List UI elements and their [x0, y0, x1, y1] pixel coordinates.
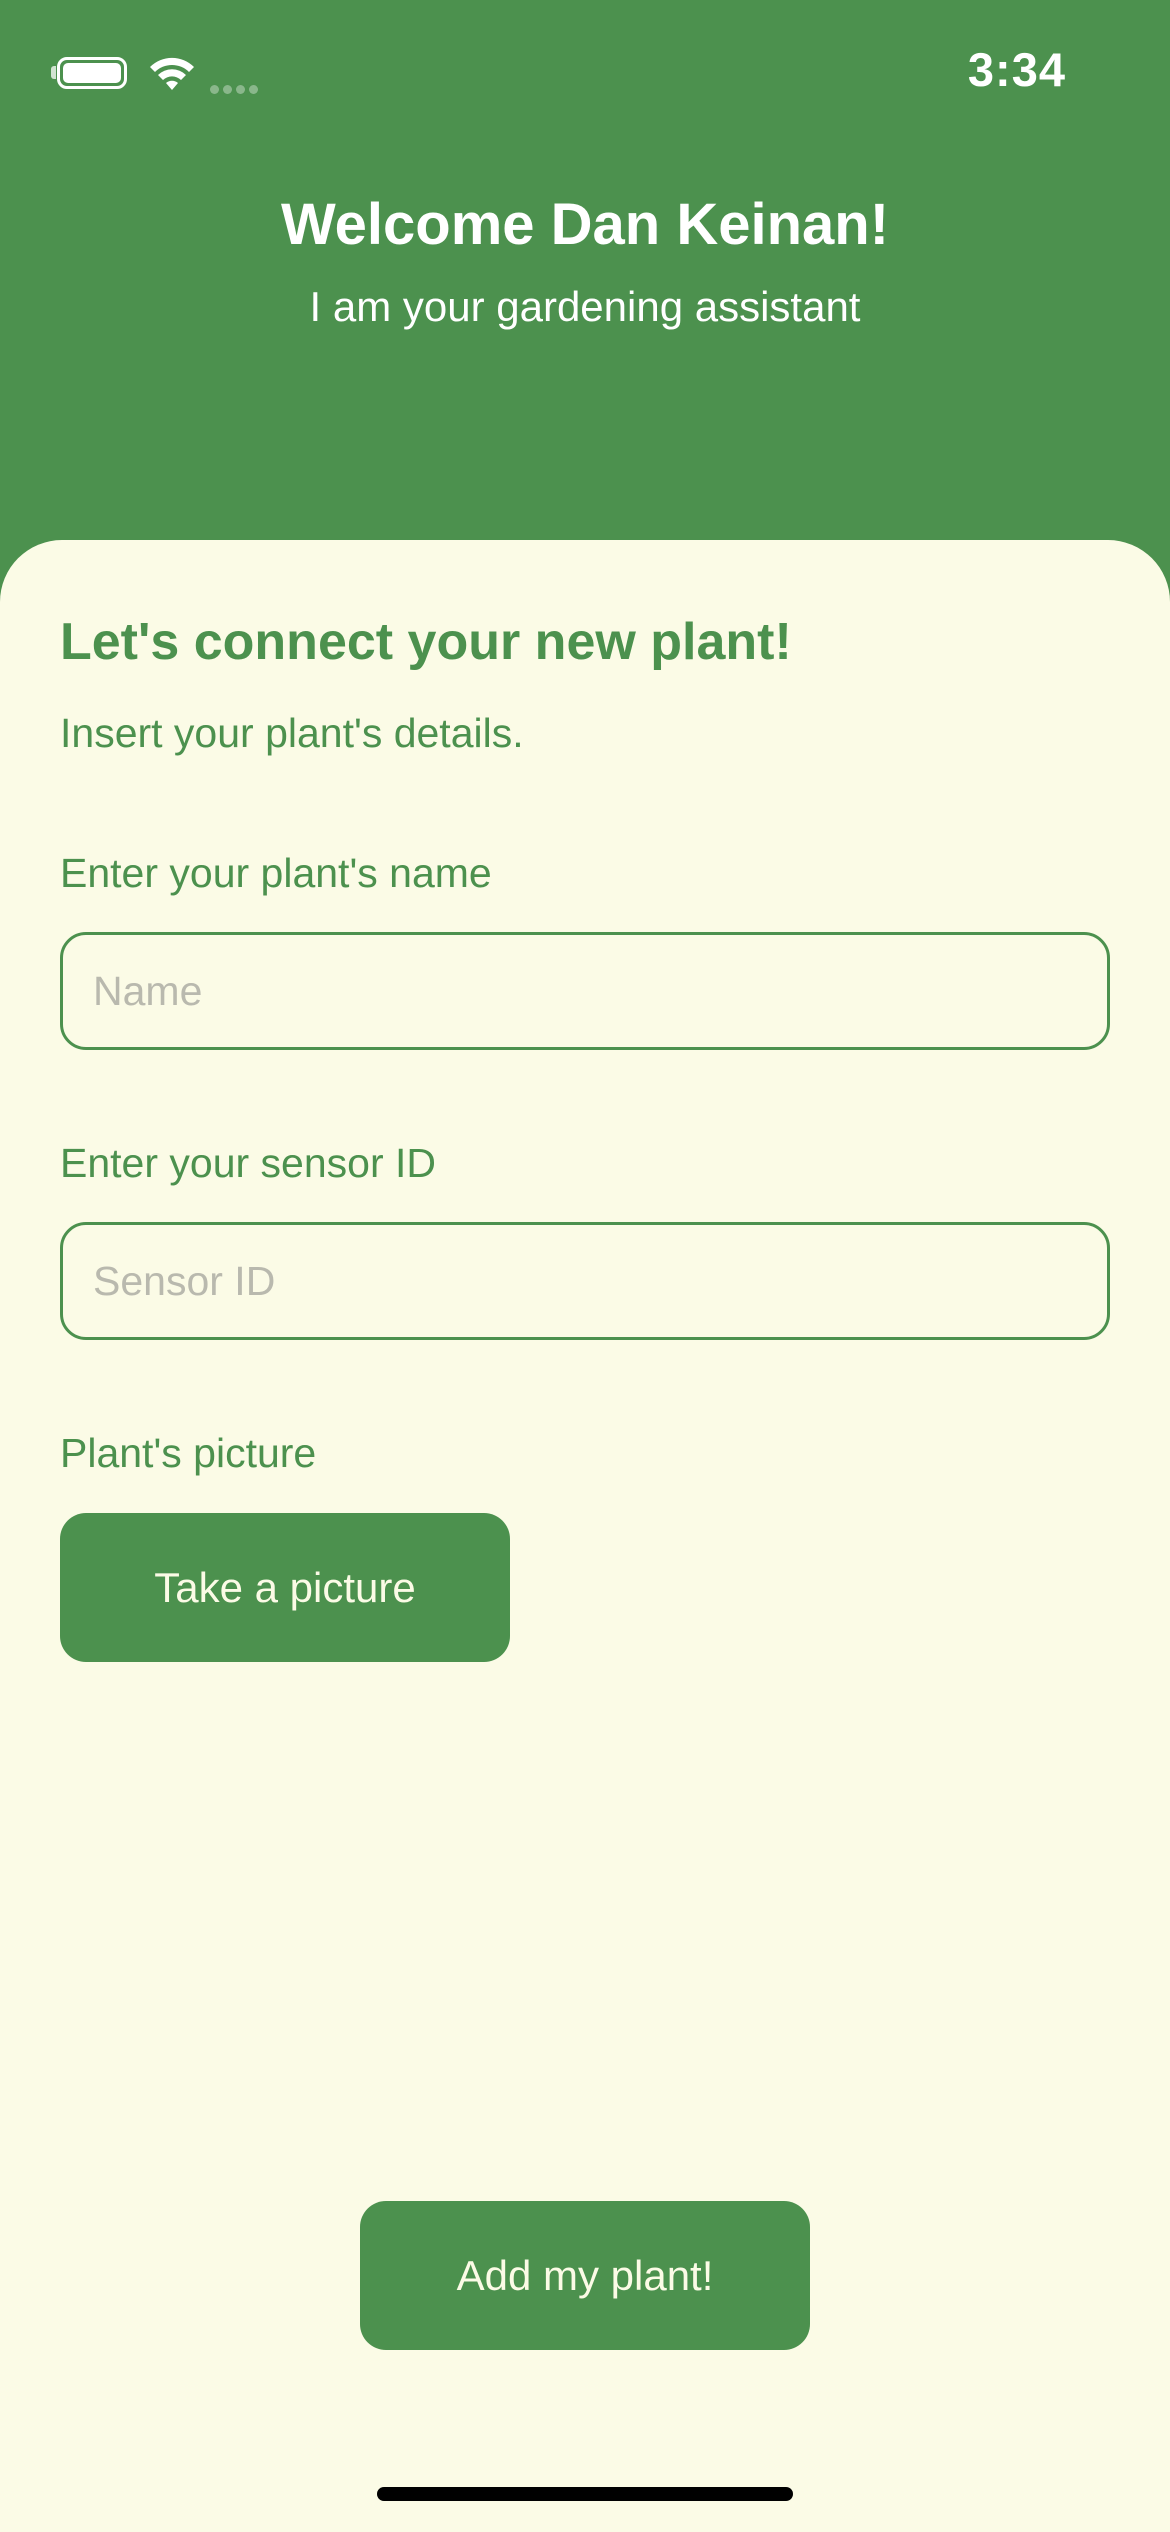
take-picture-button[interactable]: Take a picture	[60, 1513, 510, 1662]
sensor-id-label: Enter your sensor ID	[60, 1140, 436, 1186]
header: Welcome Dan Keinan! I am your gardening …	[0, 185, 1170, 335]
sensor-id-input[interactable]	[60, 1222, 1110, 1340]
form-title: Let's connect your new plant!	[60, 613, 792, 671]
battery-nub	[51, 66, 56, 79]
cellular-signal-icon	[210, 81, 266, 94]
home-indicator	[377, 2487, 793, 2501]
wifi-icon	[150, 57, 194, 90]
form-subtitle: Insert your plant's details.	[60, 710, 524, 756]
battery-icon	[57, 57, 127, 89]
welcome-title: Welcome Dan Keinan!	[280, 192, 890, 257]
plant-name-label: Enter your plant's name	[60, 850, 492, 896]
add-plant-button[interactable]: Add my plant!	[360, 2201, 810, 2350]
plant-name-input[interactable]	[60, 932, 1110, 1050]
status-time: 3:34	[967, 43, 1066, 96]
add-plant-card: Let's connect your new plant! Insert you…	[0, 540, 1170, 2532]
plant-picture-label: Plant's picture	[60, 1430, 317, 1476]
welcome-subtitle: I am your gardening assistant	[309, 283, 861, 330]
status-bar: 3:34	[0, 0, 1170, 150]
